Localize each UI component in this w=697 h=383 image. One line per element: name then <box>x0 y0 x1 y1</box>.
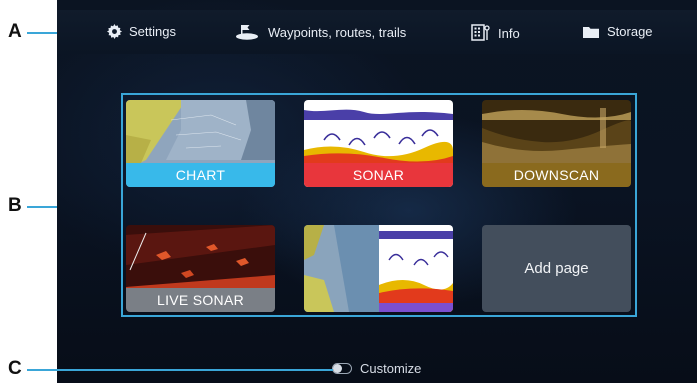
add-page-label: Add page <box>524 260 589 277</box>
gear-icon <box>107 24 122 39</box>
callout-b-letter: B <box>8 195 22 216</box>
storage-button[interactable]: Storage <box>582 24 653 39</box>
sonar-tile-label: SONAR <box>304 163 453 187</box>
home-screen: Settings Waypoints, routes, trails Info … <box>57 0 697 383</box>
chart-sonar-combo-thumbnail <box>304 225 453 312</box>
top-bar: Settings Waypoints, routes, trails Info … <box>57 10 697 54</box>
customize-label: Customize <box>360 361 422 376</box>
storage-label: Storage <box>607 24 653 39</box>
info-icon <box>471 24 491 42</box>
info-button[interactable]: Info <box>471 24 520 42</box>
add-page-tile[interactable]: Add page <box>482 225 631 312</box>
customize-toggle[interactable]: Customize <box>332 361 421 376</box>
live-sonar-page-tile[interactable]: LIVE SONAR <box>126 225 275 312</box>
info-label: Info <box>498 25 520 41</box>
downscan-page-tile[interactable]: DOWNSCAN <box>482 100 631 187</box>
sonar-page-tile[interactable]: SONAR <box>304 100 453 187</box>
callout-a-letter: A <box>8 21 22 42</box>
folder-icon <box>582 25 600 39</box>
toggle-icon <box>332 363 352 374</box>
callout-c-letter: C <box>8 358 22 379</box>
downscan-tile-label: DOWNSCAN <box>482 163 631 187</box>
settings-label: Settings <box>129 24 176 39</box>
settings-button[interactable]: Settings <box>107 24 176 39</box>
callout-c-line-overlay <box>57 369 333 371</box>
waypoints-label: Waypoints, routes, trails <box>268 24 407 40</box>
chart-page-tile[interactable]: CHART <box>126 100 275 187</box>
chart-sonar-combo-page-tile[interactable] <box>304 225 453 312</box>
live-sonar-tile-label: LIVE SONAR <box>126 288 275 312</box>
waypoints-routes-trails-button[interactable]: Waypoints, routes, trails <box>235 24 406 40</box>
chart-tile-label: CHART <box>126 163 275 187</box>
waypoint-flag-icon <box>235 24 261 40</box>
